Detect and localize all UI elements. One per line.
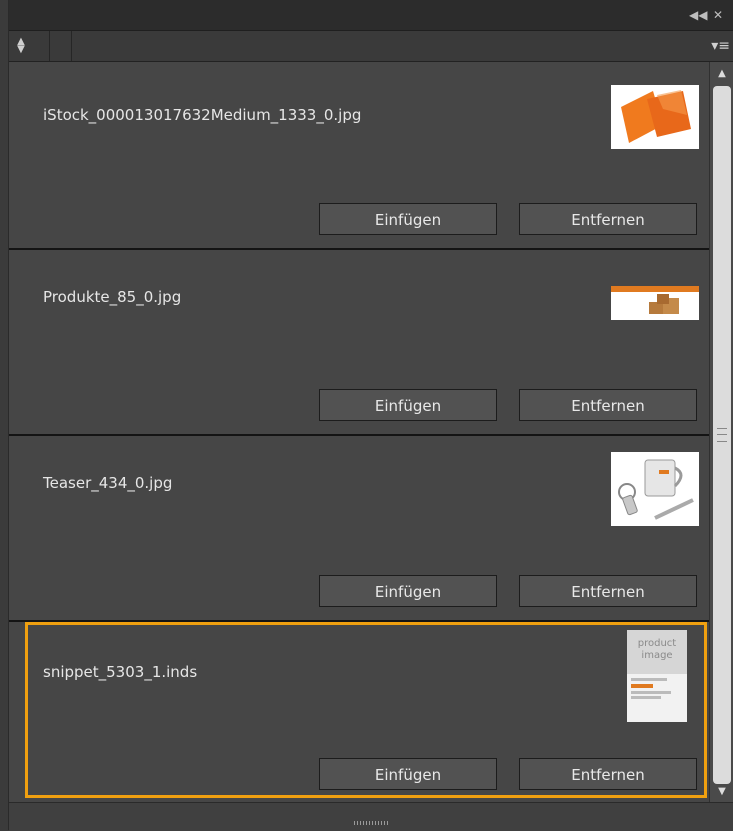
tab-divider xyxy=(49,31,50,61)
item-filename: iStock_000013017632Medium_1333_0.jpg xyxy=(43,106,362,124)
insert-button[interactable]: Einfügen xyxy=(319,575,497,607)
thumb-product-image-label: product image xyxy=(627,630,687,674)
remove-button[interactable]: Entfernen xyxy=(519,758,697,790)
panel-footer xyxy=(9,802,733,831)
item-filename: snippet_5303_1.inds xyxy=(43,663,198,681)
snippet-list: iStock_000013017632Medium_1333_0.jpg Ein… xyxy=(9,62,709,802)
sort-arrows-icon[interactable]: ▲ ▼ xyxy=(13,37,29,55)
scroll-down-arrow-icon[interactable]: ▼ xyxy=(715,786,729,798)
list-item[interactable]: Produkte_85_0.jpg Einfügen Entfernen xyxy=(9,248,709,436)
scroll-up-arrow-icon[interactable]: ▲ xyxy=(715,68,729,80)
panel-tabbar: ▲ ▼ ▾≡ xyxy=(9,31,733,62)
close-icon[interactable]: ✕ xyxy=(713,8,723,22)
snippets-panel: ◀◀ ✕ ▲ ▼ ▾≡ iStock_000013017632Medium_133… xyxy=(8,0,733,831)
scrollbar-thumb[interactable] xyxy=(713,86,731,784)
item-filename: Produkte_85_0.jpg xyxy=(43,288,182,306)
remove-button[interactable]: Entfernen xyxy=(519,203,697,235)
remove-button[interactable]: Entfernen xyxy=(519,389,697,421)
list-item[interactable]: Teaser_434_0.jpg Einfügen Entfernen xyxy=(9,434,709,622)
insert-button[interactable]: Einfügen xyxy=(319,389,497,421)
item-filename: Teaser_434_0.jpg xyxy=(43,474,173,492)
mug-keychain-pen-thumbnail xyxy=(611,452,699,526)
list-item-selected[interactable]: snippet_5303_1.inds product image Einfüg… xyxy=(25,622,707,798)
tab-divider xyxy=(71,31,72,61)
insert-button[interactable]: Einfügen xyxy=(319,758,497,790)
panel-menu-icon[interactable]: ▾≡ xyxy=(711,38,730,54)
vertical-scrollbar[interactable]: ▲ ▼ xyxy=(709,62,733,802)
double-chevron-left-icon[interactable]: ◀◀ xyxy=(689,8,707,22)
grip-icon xyxy=(717,428,727,442)
resize-handle-icon[interactable] xyxy=(354,821,388,825)
boxes-banner-thumbnail xyxy=(611,286,699,320)
panel-titlebar: ◀◀ ✕ xyxy=(9,0,733,31)
remove-button[interactable]: Entfernen xyxy=(519,575,697,607)
list-item[interactable]: iStock_000013017632Medium_1333_0.jpg Ein… xyxy=(9,62,709,250)
orange-pillows-thumbnail xyxy=(611,85,699,149)
product-image-snippet-thumbnail: product image xyxy=(627,630,687,722)
insert-button[interactable]: Einfügen xyxy=(319,203,497,235)
